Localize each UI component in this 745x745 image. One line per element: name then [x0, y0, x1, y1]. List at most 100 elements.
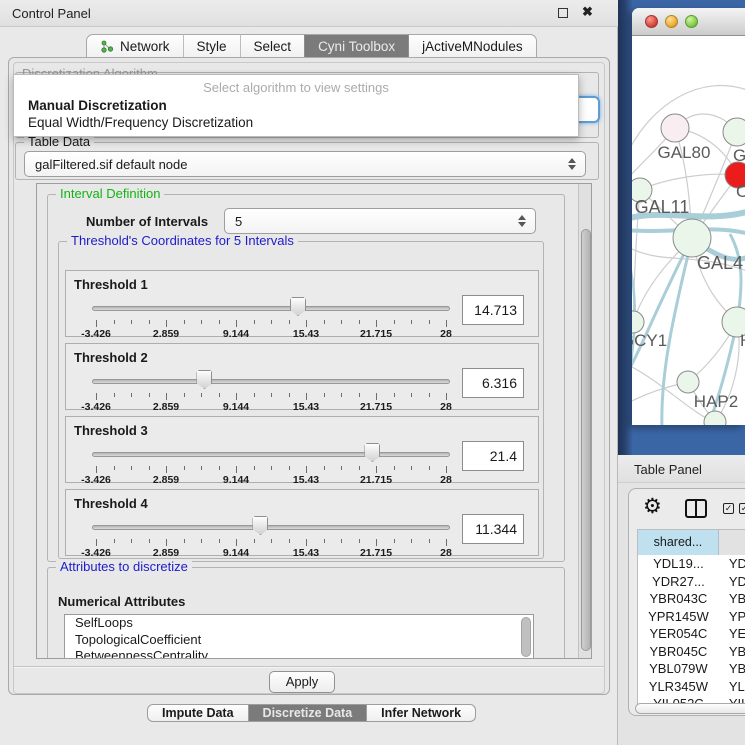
slider-tick-label: -3.426 — [71, 401, 121, 413]
tab-network[interactable]: Network — [86, 34, 183, 57]
slider-track[interactable] — [92, 306, 450, 311]
list-item[interactable]: TopologicalCoefficient — [65, 632, 533, 649]
split-columns-icon[interactable] — [685, 499, 707, 518]
table-column-header[interactable]: na — [719, 530, 745, 555]
network-node[interactable] — [673, 219, 711, 257]
table-row[interactable]: YER054CYER05 — [638, 625, 745, 643]
number-of-intervals-combobox[interactable]: 5 — [224, 208, 536, 234]
table-column-header[interactable]: shared... — [638, 530, 719, 555]
table-row[interactable]: YBR043CYBR04 — [638, 590, 745, 608]
slider-tick — [236, 539, 237, 546]
table-row[interactable]: YDR27...YDR27 — [638, 573, 745, 591]
network-node[interactable] — [723, 118, 745, 146]
numerical-attributes-list[interactable]: SelfLoopsTopologicalCoefficientBetweenne… — [64, 614, 534, 659]
list-item[interactable]: SelfLoops — [65, 615, 533, 632]
slider-thumb[interactable] — [252, 516, 268, 535]
slider-tick — [359, 393, 360, 397]
list-item[interactable]: BetweennessCentrality — [65, 648, 533, 659]
slider-tick-label: -3.426 — [71, 328, 121, 340]
attributes-list-scrollbar[interactable] — [521, 617, 531, 657]
slider-tick-label: 9.144 — [211, 401, 261, 413]
minimize-traffic-light[interactable] — [665, 15, 678, 28]
tab-jactivemnodules[interactable]: jActiveMNodules — [409, 34, 537, 57]
slider-thumb[interactable] — [364, 443, 380, 462]
network-node[interactable] — [704, 411, 726, 425]
network-node[interactable] — [632, 311, 644, 333]
gear-icon[interactable]: ⚙ — [643, 494, 662, 519]
slider-tick — [429, 320, 430, 324]
table-row[interactable]: YLR345WYLR34 — [638, 678, 745, 696]
slider-tick-label: 28 — [421, 401, 471, 413]
table-panel-title: Table Panel — [634, 462, 702, 477]
slider-track[interactable] — [92, 525, 450, 530]
slider-tick — [219, 320, 220, 324]
slider-tick — [166, 320, 167, 327]
algorithm-placeholder: Select algorithm to view settings — [14, 80, 578, 95]
slider-tick — [254, 320, 255, 324]
algorithm-option-equal-width[interactable]: Equal Width/Frequency Discretization — [28, 115, 253, 130]
interval-definition-group: Interval Definition Number of Intervals … — [47, 194, 565, 562]
threshold-value-field[interactable]: 6.316 — [462, 368, 524, 398]
slider-tick-label: 2.859 — [141, 547, 191, 559]
network-node-label: C — [736, 182, 745, 201]
network-node[interactable] — [661, 114, 689, 142]
threshold-value-field[interactable]: 14.713 — [462, 295, 524, 325]
slider-tick — [131, 539, 132, 543]
slider-tick-label: 15.43 — [281, 401, 331, 413]
settings-scrollbar-thumb[interactable] — [581, 229, 591, 651]
slider-tick — [114, 393, 115, 397]
network-view-window: GAL80GACGAL11GAL4GCY1HHAP2 — [632, 8, 745, 425]
slider-tick — [201, 466, 202, 470]
table-data-combobox[interactable]: galFiltered.sif default node — [24, 151, 586, 177]
network-window-titlebar[interactable] — [632, 8, 745, 36]
slider-tick — [219, 393, 220, 397]
network-node-label: GAL4 — [697, 253, 743, 273]
network-canvas[interactable]: GAL80GACGAL11GAL4GCY1HHAP2 — [632, 36, 745, 425]
slider-thumb[interactable] — [290, 297, 306, 316]
tab-discretize-data[interactable]: Discretize Data — [249, 704, 368, 722]
slider-tick — [219, 466, 220, 470]
table-row[interactable]: YBL079WYBL07 — [638, 660, 745, 678]
slider-tick — [376, 320, 377, 327]
slider-tick-label: 2.859 — [141, 401, 191, 413]
table-row[interactable]: YBR045CYBR04 — [638, 643, 745, 661]
interval-definition-title: Interval Definition — [56, 187, 164, 201]
slider-tick — [289, 393, 290, 397]
slider-tick — [446, 320, 447, 327]
thresholds-group: Threshold's Coordinates for 5 Intervals … — [58, 241, 544, 559]
table-cell: YLR34 — [719, 678, 745, 696]
table-row[interactable]: YPR145WYPR14 — [638, 608, 745, 626]
tab-style[interactable]: Style — [183, 34, 240, 57]
checkbox-icon[interactable]: ✓ — [739, 503, 745, 514]
checkbox-icon[interactable]: ✓ — [723, 503, 734, 514]
threshold-value-field[interactable]: 11.344 — [462, 514, 524, 544]
slider-track[interactable] — [92, 452, 450, 457]
slider-tick — [289, 320, 290, 324]
tab-impute-data[interactable]: Impute Data — [147, 704, 249, 722]
slider-track[interactable] — [92, 379, 450, 384]
tab-cyni-toolbox[interactable]: Cyni Toolbox — [304, 34, 409, 57]
algorithm-option-manual[interactable]: Manual Discretization — [28, 98, 167, 113]
slider-tick — [289, 466, 290, 470]
zoom-traffic-light[interactable] — [685, 15, 698, 28]
apply-button[interactable]: Apply — [269, 671, 335, 693]
slider-tick — [359, 320, 360, 324]
slider-tick — [446, 539, 447, 546]
tab-select[interactable]: Select — [240, 34, 305, 57]
slider-tick-label: 9.144 — [211, 328, 261, 340]
close-icon[interactable]: ✖ — [582, 4, 593, 20]
slider-thumb[interactable] — [196, 370, 212, 389]
slider-tick — [289, 539, 290, 543]
tab-network-label: Network — [120, 39, 170, 54]
tab-infer-network[interactable]: Infer Network — [367, 704, 476, 722]
close-traffic-light[interactable] — [645, 15, 658, 28]
slider-tick — [219, 539, 220, 543]
threshold-value-field[interactable]: 21.4 — [462, 441, 524, 471]
table-horizontal-scrollbar[interactable] — [635, 703, 745, 714]
network-node[interactable] — [677, 371, 699, 393]
float-window-icon[interactable] — [558, 8, 568, 18]
slider-tick — [114, 320, 115, 324]
settings-scrollbar-track[interactable] — [578, 184, 592, 659]
slider-tick — [184, 466, 185, 470]
table-row[interactable]: YDL19...YDL19 — [638, 555, 745, 573]
